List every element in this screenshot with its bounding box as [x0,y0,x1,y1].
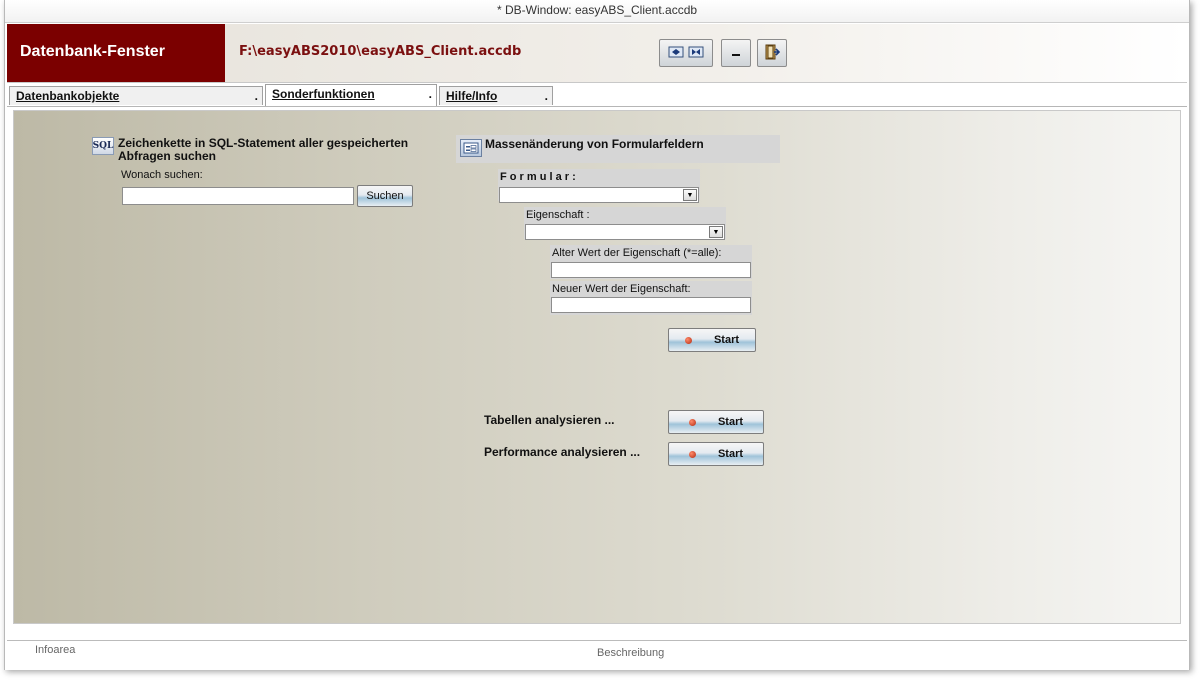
old-value-input[interactable] [551,262,751,278]
performance-analyze-label: Performance analysieren ... [484,445,641,459]
record-icon [684,336,692,344]
tab-dot: . [544,89,548,103]
mass-change-title: Massenänderung von Formularfeldern [485,137,704,151]
status-info: Infoarea [35,644,76,656]
tab-label: Datenbankobjekte [16,89,120,103]
performance-analyze-start-button[interactable]: Start [668,442,764,466]
old-value-label: Alter Wert der Eigenschaft (*=alle): [552,247,722,259]
tab-hilfe-info[interactable]: Hilfe/Info. [439,86,553,105]
tables-analyze-label: Tabellen analysieren ... [484,413,615,427]
header-bar: Datenbank-Fenster F:\easyABS2010\easyABS… [7,24,1187,83]
new-value-input[interactable] [551,297,751,313]
search-input[interactable] [122,187,354,205]
suchen-button[interactable]: Suchen [357,185,413,207]
minimize-button[interactable] [721,39,751,67]
chevron-down-icon[interactable]: ▼ [683,189,697,201]
property-label: Eigenschaft : [526,209,590,221]
tab-sonderfunktionen[interactable]: Sonderfunktionen. [265,84,437,106]
expand-collapse-button[interactable] [659,39,713,67]
content-area: SQL Zeichenkette in SQL-Statement aller … [13,110,1181,624]
tab-bar: Datenbankobjekte. Sonderfunktionen. Hilf… [7,84,1187,107]
start-label: Start [713,334,740,346]
sql-search-title-line2: Abfragen suchen [118,149,217,163]
record-icon [688,450,696,458]
form-icon [460,139,482,157]
tab-dot: . [428,87,432,101]
formular-select[interactable]: ▼ [499,187,699,203]
chevron-down-icon[interactable]: ▼ [709,226,723,238]
status-bar: Infoarea Beschreibung [7,640,1187,670]
tab-label: Sonderfunktionen [272,87,375,101]
exit-door-icon [764,43,781,64]
formular-label: F o r m u l a r : [500,171,576,183]
tables-analyze-start-button[interactable]: Start [668,410,764,434]
db-window: * DB-Window: easyABS_Client.accdb Datenb… [4,0,1190,670]
tab-label: Hilfe/Info [446,89,498,103]
sql-search-title: Zeichenkette in SQL-Statement aller gesp… [118,137,418,163]
search-label: Wonach suchen: [121,169,203,181]
sql-icon: SQL [92,137,114,155]
tab-datenbankobjekte[interactable]: Datenbankobjekte. [9,86,263,105]
status-description: Beschreibung [597,647,665,659]
mass-change-start-button[interactable]: Start [668,328,756,352]
new-value-label: Neuer Wert der Eigenschaft: [552,283,691,295]
minimize-icon [730,46,742,61]
exit-button[interactable] [757,39,787,67]
property-select[interactable]: ▼ [525,224,725,240]
database-path: F:\easyABS2010\easyABS_Client.accdb [239,44,522,59]
start-label: Start [717,416,744,428]
header-title: Datenbank-Fenster [7,24,225,82]
tab-dot: . [254,89,258,103]
expand-collapse-icon [668,46,704,61]
window-title: * DB-Window: easyABS_Client.accdb [5,0,1189,23]
record-icon [688,418,696,426]
start-label: Start [717,448,744,460]
